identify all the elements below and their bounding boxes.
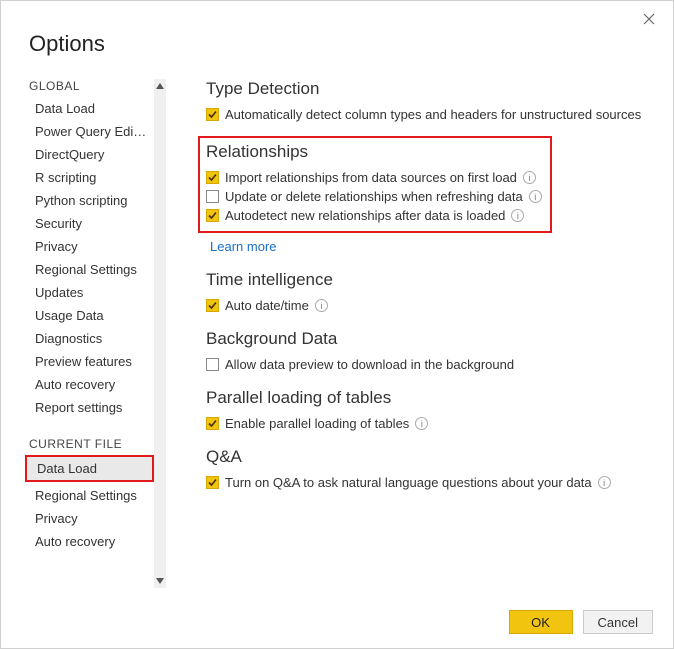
sidebar-item-privacy-global[interactable]: Privacy (23, 235, 154, 258)
sidebar: GLOBAL Data Load Power Query Editor Dire… (23, 79, 166, 588)
cancel-button[interactable]: Cancel (583, 610, 653, 634)
heading-time-intelligence: Time intelligence (206, 270, 651, 290)
scroll-down-icon[interactable] (154, 574, 166, 588)
info-icon[interactable]: i (529, 190, 542, 203)
heading-qa: Q&A (206, 447, 651, 467)
sidebar-item-auto-recovery-global[interactable]: Auto recovery (23, 373, 154, 396)
sidebar-item-security[interactable]: Security (23, 212, 154, 235)
heading-relationships: Relationships (206, 142, 542, 162)
checkbox-parallel-loading[interactable] (206, 417, 219, 430)
option-qa[interactable]: Turn on Q&A to ask natural language ques… (206, 473, 651, 492)
info-icon[interactable]: i (315, 299, 328, 312)
label-type-detection: Automatically detect column types and he… (225, 107, 641, 122)
sidebar-item-diagnostics[interactable]: Diagnostics (23, 327, 154, 350)
dialog-title: Options (29, 31, 105, 57)
sidebar-item-privacy-current[interactable]: Privacy (23, 507, 154, 530)
checkbox-background-preview[interactable] (206, 358, 219, 371)
sidebar-item-data-load-current[interactable]: Data Load (27, 457, 152, 480)
sidebar-item-directquery[interactable]: DirectQuery (23, 143, 154, 166)
sidebar-item-regional-settings-current[interactable]: Regional Settings (23, 484, 154, 507)
heading-parallel-loading: Parallel loading of tables (206, 388, 651, 408)
option-rel-import[interactable]: Import relationships from data sources o… (206, 168, 542, 187)
sidebar-item-r-scripting[interactable]: R scripting (23, 166, 154, 189)
label-rel-import: Import relationships from data sources o… (225, 170, 517, 185)
sidebar-item-usage-data[interactable]: Usage Data (23, 304, 154, 327)
info-icon[interactable]: i (523, 171, 536, 184)
sidebar-item-python-scripting[interactable]: Python scripting (23, 189, 154, 212)
label-rel-update: Update or delete relationships when refr… (225, 189, 523, 204)
checkbox-auto-date-time[interactable] (206, 299, 219, 312)
sidebar-item-auto-recovery-current[interactable]: Auto recovery (23, 530, 154, 553)
checkbox-type-detection[interactable] (206, 108, 219, 121)
label-qa: Turn on Q&A to ask natural language ques… (225, 475, 592, 490)
info-icon[interactable]: i (415, 417, 428, 430)
sidebar-item-data-load-global[interactable]: Data Load (23, 97, 154, 120)
option-background-preview[interactable]: Allow data preview to download in the ba… (206, 355, 651, 374)
sidebar-section-global: GLOBAL (29, 79, 154, 93)
dialog-body: GLOBAL Data Load Power Query Editor Dire… (23, 79, 651, 588)
option-rel-autodetect[interactable]: Autodetect new relationships after data … (206, 206, 542, 225)
sidebar-section-current-file: CURRENT FILE (29, 437, 154, 451)
close-icon[interactable] (641, 11, 659, 29)
label-auto-date-time: Auto date/time (225, 298, 309, 313)
heading-type-detection: Type Detection (206, 79, 651, 99)
label-rel-autodetect: Autodetect new relationships after data … (225, 208, 505, 223)
label-background-preview: Allow data preview to download in the ba… (225, 357, 514, 372)
sidebar-item-regional-settings-global[interactable]: Regional Settings (23, 258, 154, 281)
checkbox-rel-update[interactable] (206, 190, 219, 203)
option-rel-update[interactable]: Update or delete relationships when refr… (206, 187, 542, 206)
sidebar-item-power-query-editor[interactable]: Power Query Editor (23, 120, 154, 143)
option-parallel-loading[interactable]: Enable parallel loading of tables i (206, 414, 651, 433)
sidebar-item-preview-features[interactable]: Preview features (23, 350, 154, 373)
scroll-up-icon[interactable] (154, 79, 166, 93)
checkbox-rel-autodetect[interactable] (206, 209, 219, 222)
ok-button[interactable]: OK (509, 610, 573, 634)
sidebar-item-updates[interactable]: Updates (23, 281, 154, 304)
options-dialog: Options GLOBAL Data Load Power Query Edi… (0, 0, 674, 649)
heading-background-data: Background Data (206, 329, 651, 349)
option-auto-date-time[interactable]: Auto date/time i (206, 296, 651, 315)
checkbox-rel-import[interactable] (206, 171, 219, 184)
label-parallel-loading: Enable parallel loading of tables (225, 416, 409, 431)
info-icon[interactable]: i (598, 476, 611, 489)
content-panel: Type Detection Automatically detect colu… (166, 79, 651, 588)
sidebar-item-report-settings[interactable]: Report settings (23, 396, 154, 419)
info-icon[interactable]: i (511, 209, 524, 222)
sidebar-scrollbar[interactable] (154, 79, 166, 588)
checkbox-qa[interactable] (206, 476, 219, 489)
highlight-current-data-load: Data Load (25, 455, 154, 482)
dialog-footer: OK Cancel (509, 610, 653, 634)
option-type-detection-auto[interactable]: Automatically detect column types and he… (206, 105, 651, 124)
learn-more-link[interactable]: Learn more (210, 239, 276, 254)
